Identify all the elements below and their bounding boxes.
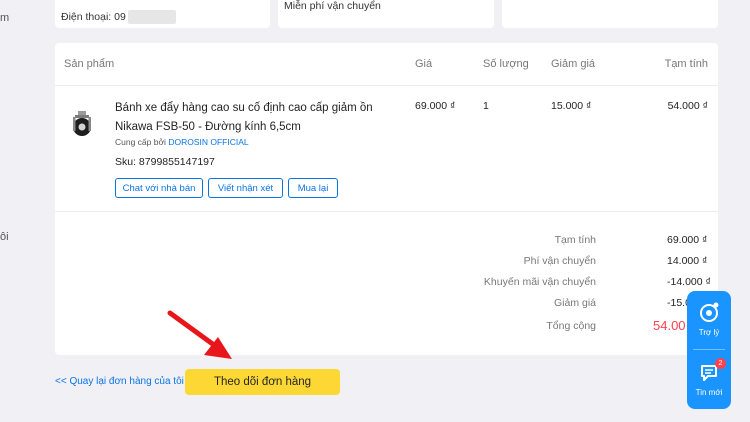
sidebar-fragment-mid: ôi (0, 231, 9, 243)
write-review-button[interactable]: Viết nhận xét (208, 178, 283, 198)
summary-shipping-label: Phí vận chuyển (523, 255, 596, 267)
order-details-card: Sản phẩm Giá Số lượng Giảm giá Tạm tính … (55, 43, 718, 355)
summary-discount-label: Giảm giá (553, 297, 596, 309)
summary-total-label: Tổng cộng (546, 320, 596, 332)
assistant-button[interactable]: Trợ lý (687, 291, 731, 349)
shipping-card: Miễn phí vận chuyển (278, 0, 494, 28)
summary-ship-promo-value: -14.000 ₫ (667, 276, 711, 288)
row-divider (55, 211, 718, 212)
product-wheel-thumbnail[interactable] (69, 110, 95, 138)
header-qty: Số lượng (483, 58, 529, 70)
shipping-fee-text: Miễn phí vận chuyển (284, 0, 381, 12)
sidebar-fragment-top: m (0, 12, 10, 24)
back-to-orders-link[interactable]: << Quay lại đơn hàng của tôi (55, 376, 184, 387)
phone-line: Điện thoại: 09 (61, 10, 176, 24)
track-order-button[interactable]: Theo dõi đơn hàng (185, 369, 340, 395)
summary-subtotal-value: 69.000 ₫ (667, 234, 708, 246)
new-messages-label: Tin mới (695, 388, 723, 397)
seller-prefix: Cung cấp bởi (115, 137, 166, 147)
address-card: Điện thoại: 09 (55, 0, 270, 28)
item-discount: 15.000 ₫ (551, 100, 592, 112)
summary-subtotal-label: Tạm tính (554, 234, 596, 246)
phone-redacted (127, 10, 176, 24)
assistant-label: Trợ lý (698, 328, 720, 337)
seller-name-link[interactable]: DOROSIN OFFICIAL (168, 137, 248, 147)
phone-label: Điện thoại: 09 (61, 10, 126, 23)
summary-ship-promo-label: Khuyến mãi vận chuyển (483, 276, 596, 288)
floating-chat-widget: Trợ lý Tin mới 2 (687, 291, 731, 409)
header-divider (55, 85, 718, 86)
seller-line: Cung cấp bởi DOROSIN OFFICIAL (115, 137, 249, 147)
item-price: 69.000 ₫ (415, 100, 456, 112)
item-subtotal: 54.000 ₫ (667, 100, 708, 112)
header-discount: Giảm giá (551, 58, 596, 70)
chat-seller-button[interactable]: Chat với nhà bán (115, 178, 203, 198)
header-subtotal: Tạm tính (664, 58, 708, 70)
product-sku: Sku: 8799855147197 (115, 156, 215, 168)
summary-total-value: 54.00 (653, 318, 686, 333)
assistant-icon (700, 302, 719, 322)
item-qty: 1 (483, 100, 489, 112)
payment-card (502, 0, 718, 28)
rebuy-button[interactable]: Mua lại (288, 178, 338, 198)
annotation-arrow-icon (167, 310, 232, 359)
product-name-link[interactable]: Bánh xe đẩy hàng cao su cố định cao cấp … (115, 99, 390, 137)
header-price: Giá (415, 58, 433, 70)
header-product: Sản phẩm (64, 58, 115, 70)
new-messages-badge: 2 (715, 358, 726, 369)
summary-shipping-value: 14.000 ₫ (667, 255, 708, 267)
